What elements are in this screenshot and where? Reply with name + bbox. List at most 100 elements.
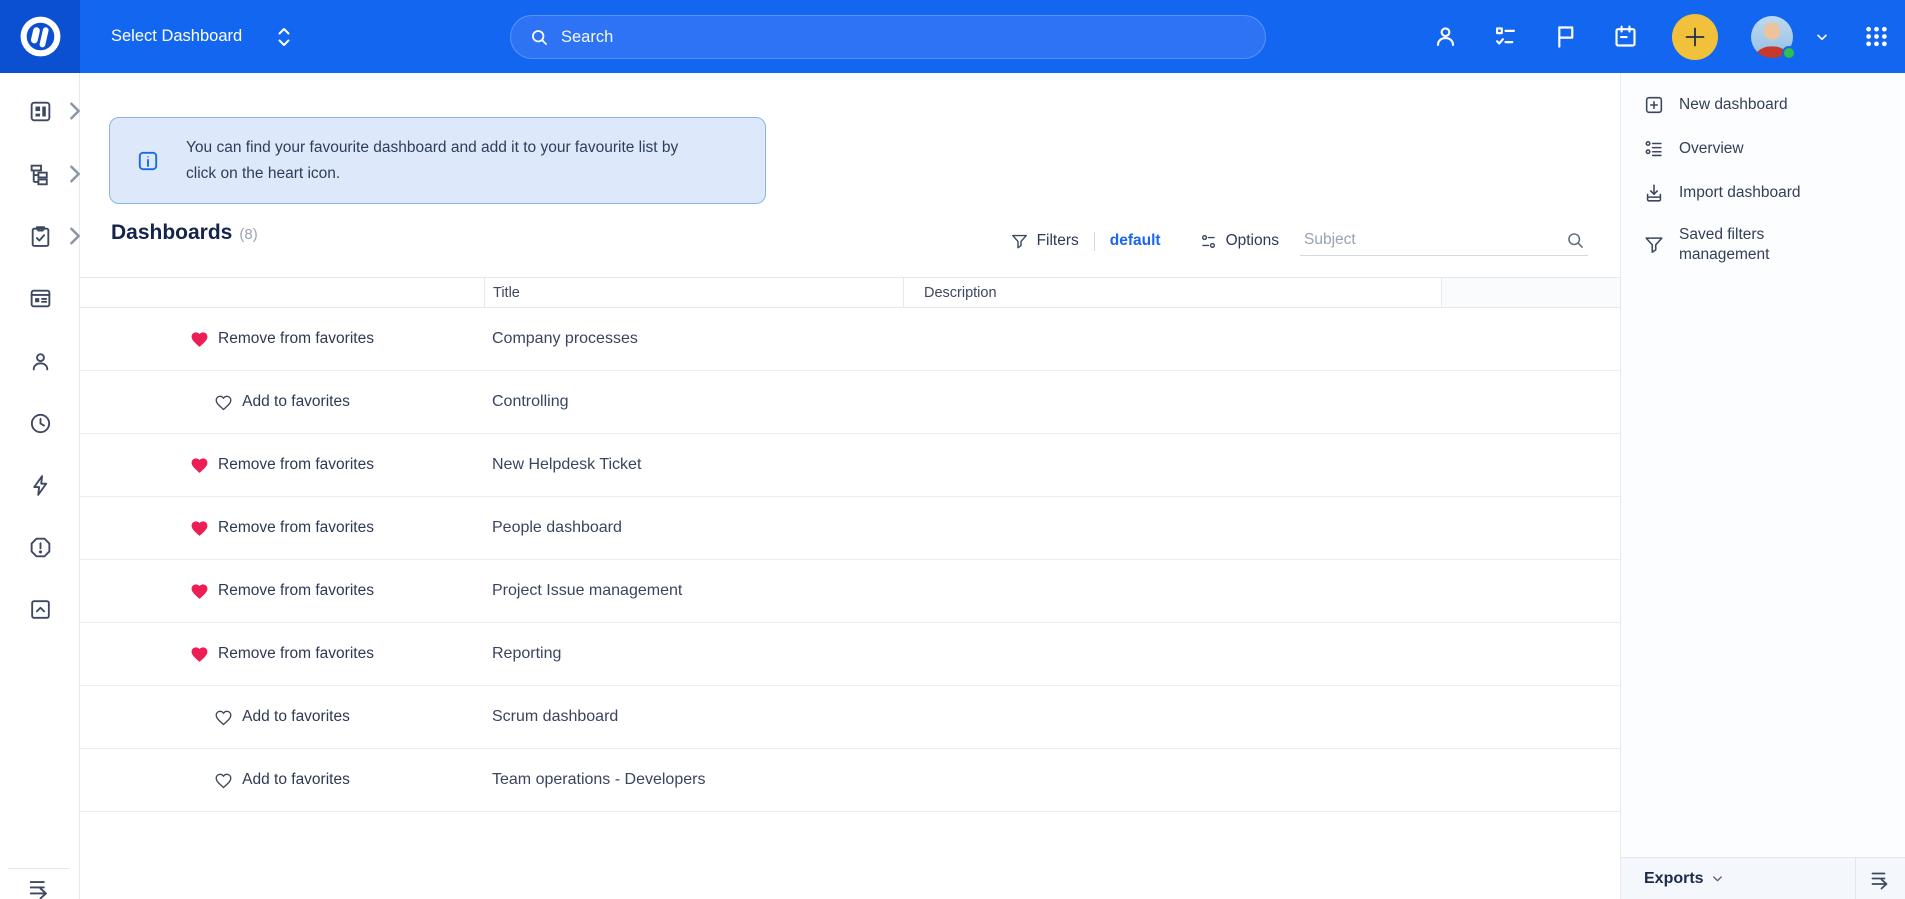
chevron-right-icon — [70, 165, 80, 183]
favorites-column-header — [80, 278, 484, 307]
collapse-panel-button[interactable] — [1855, 858, 1905, 899]
main-content: You can find your favourite dashboard an… — [80, 73, 1620, 899]
sidebar-item-alerts[interactable] — [0, 527, 80, 567]
heart-outline-icon — [215, 395, 232, 410]
global-search[interactable] — [510, 15, 1266, 59]
new-dashboard-label: New dashboard — [1679, 96, 1788, 113]
chevron-down-icon — [1712, 876, 1722, 882]
right-panel-footer: Exports — [1621, 857, 1905, 899]
dashboard-description — [903, 371, 1441, 433]
favorite-action-label: Remove from favorites — [218, 456, 374, 473]
options-button[interactable]: Options — [1199, 232, 1279, 251]
favorite-toggle[interactable]: Remove from favorites — [190, 582, 374, 601]
favorite-toggle[interactable]: Remove from favorites — [190, 330, 374, 349]
dashboard-description — [903, 686, 1441, 748]
list-options-icon — [1645, 140, 1662, 157]
topbar-actions — [1432, 0, 1890, 73]
dashboard-title-link[interactable]: Company processes — [484, 330, 903, 348]
table-toolbar: Filters default Options — [1010, 223, 1588, 259]
bolt-icon — [32, 474, 47, 496]
clipboard-check-icon — [31, 225, 49, 247]
online-status-dot — [1782, 45, 1796, 60]
right-sidebar: New dashboard Overview Import dashboard … — [1620, 73, 1905, 899]
page-header: Dashboards (8) — [111, 221, 258, 261]
search-icon[interactable] — [1565, 230, 1586, 251]
dashboard-title-link[interactable]: Project Issue management — [484, 582, 903, 600]
calendar-icon[interactable] — [1612, 23, 1639, 50]
favorite-action-label: Remove from favorites — [218, 330, 374, 347]
sidebar-item-quick-actions[interactable] — [0, 465, 80, 505]
favorite-toggle[interactable]: Add to favorites — [214, 708, 350, 727]
sidebar-item-dashboards[interactable] — [0, 91, 80, 131]
dashboard-title-link[interactable]: Reporting — [484, 645, 903, 663]
app-logo[interactable] — [0, 0, 80, 73]
exports-dropdown[interactable]: Exports — [1644, 870, 1725, 888]
chevron-down-icon[interactable] — [1814, 29, 1830, 45]
subject-input[interactable] — [1300, 226, 1588, 254]
table-header-row: Title Description — [80, 277, 1620, 308]
exports-label: Exports — [1644, 869, 1704, 887]
sidebar-item-tasks[interactable] — [0, 216, 80, 256]
sidebar-item-time[interactable] — [0, 403, 80, 443]
browser-window-icon — [30, 289, 50, 307]
dashboard-description — [903, 434, 1441, 496]
sidebar-item-collapse-box[interactable] — [0, 589, 80, 629]
dashboard-description — [903, 560, 1441, 622]
flag-icon[interactable] — [1552, 23, 1579, 50]
select-dashboard-label: Select Dashboard — [111, 27, 243, 45]
chevron-right-icon — [70, 102, 80, 120]
import-dashboard-label: Import dashboard — [1679, 184, 1801, 201]
apps-grid-icon[interactable] — [1863, 23, 1890, 50]
funnel-icon — [1011, 234, 1027, 248]
table-row: Remove from favorites New Helpdesk Ticke… — [80, 434, 1620, 497]
select-dashboard-dropdown[interactable]: Select Dashboard — [111, 0, 293, 73]
dashboard-title-link[interactable]: Team operations - Developers — [484, 771, 903, 789]
sidebar-item-pages[interactable] — [0, 278, 80, 318]
add-button[interactable] — [1672, 13, 1718, 60]
filter-preset-link[interactable]: default — [1110, 232, 1161, 250]
heart-outline-icon — [215, 710, 232, 725]
overview-button[interactable]: Overview — [1621, 132, 1905, 166]
dashboard-title-link[interactable]: People dashboard — [484, 519, 903, 537]
table-row: Remove from favorites People dashboard — [80, 497, 1620, 560]
favorite-toggle[interactable]: Remove from favorites — [190, 645, 374, 664]
favorite-toggle[interactable]: Remove from favorites — [190, 456, 374, 475]
dashboard-title-link[interactable]: New Helpdesk Ticket — [484, 456, 903, 474]
dashboard-title-link[interactable]: Scrum dashboard — [484, 708, 903, 726]
chevron-right-icon — [70, 227, 80, 245]
saved-filters-management-button[interactable]: Saved filters management — [1621, 221, 1905, 269]
favorite-action-label: Add to favorites — [242, 708, 350, 725]
sidebar-item-people[interactable] — [0, 341, 80, 381]
top-bar: Select Dashboard — [0, 0, 1905, 73]
user-avatar[interactable] — [1751, 15, 1796, 60]
tasks-checklist-icon[interactable] — [1492, 23, 1519, 50]
favorite-action-label: Remove from favorites — [218, 582, 374, 599]
filters-label: Filters — [1036, 232, 1079, 249]
sidebar-item-hierarchy[interactable] — [0, 154, 80, 194]
dashboard-description — [903, 308, 1441, 370]
table-row: Add to favorites Controlling — [80, 371, 1620, 434]
import-icon — [1646, 184, 1662, 202]
description-column-header[interactable]: Description — [903, 278, 1441, 307]
favorite-toggle[interactable]: Add to favorites — [214, 393, 350, 412]
dashboard-description — [903, 749, 1441, 811]
saved-filters-management-label: Saved filters management — [1679, 226, 1770, 263]
hierarchy-icon — [30, 164, 48, 185]
item-count: (8) — [239, 226, 258, 243]
title-column-header[interactable]: Title — [484, 278, 903, 307]
app-window: Select Dashboard Search You can find you… — [0, 0, 1905, 899]
clock-icon — [30, 413, 50, 433]
filters-button[interactable]: Filters — [1010, 232, 1079, 251]
left-sidebar — [0, 73, 80, 899]
dashboard-title-link[interactable]: Controlling — [484, 393, 903, 411]
info-icon — [138, 151, 158, 170]
favorite-toggle[interactable]: Remove from favorites — [190, 519, 374, 538]
heart-filled-icon — [191, 457, 208, 473]
new-dashboard-button[interactable]: New dashboard — [1621, 88, 1905, 122]
expand-sidebar-icon[interactable] — [27, 875, 53, 899]
favorite-toggle[interactable]: Add to favorites — [214, 771, 350, 790]
import-dashboard-button[interactable]: Import dashboard — [1621, 176, 1905, 210]
search-input[interactable] — [561, 27, 1161, 47]
dashboards-table: Title Description Remove from favorites … — [80, 277, 1620, 812]
user-icon[interactable] — [1432, 23, 1459, 50]
